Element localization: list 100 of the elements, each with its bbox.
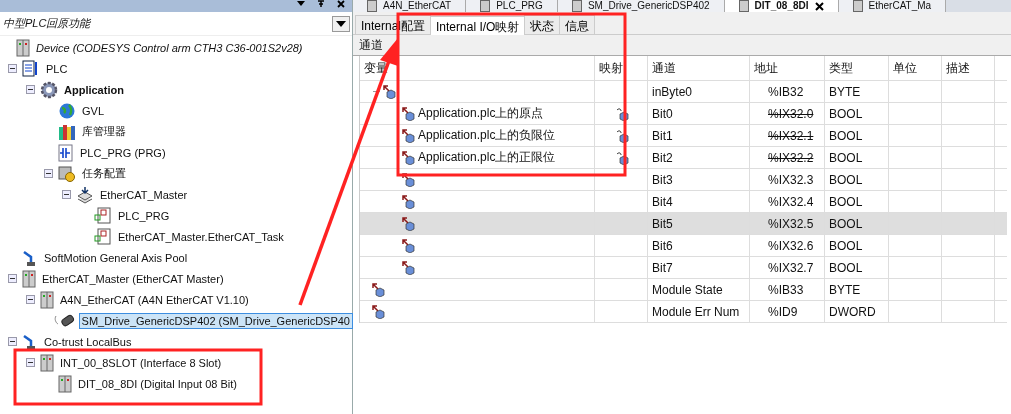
table-row[interactable]: Bit7 %IX32.7 BOOL xyxy=(360,257,1007,279)
data-type: BYTE xyxy=(829,84,861,99)
table-row[interactable]: Application.plc上的原点 Bit0 %IX32.0 BOOL xyxy=(360,103,1007,125)
collapse-icon[interactable] xyxy=(8,337,17,346)
editor-tab[interactable]: DIT_08_8DI xyxy=(724,0,839,12)
channel-name: inByte0 xyxy=(652,84,693,99)
column-header[interactable]: 通道 xyxy=(648,56,750,80)
data-type: DWORD xyxy=(829,304,876,319)
column-header[interactable]: 描述 xyxy=(942,56,995,80)
tree-item[interactable]: GVL xyxy=(80,103,106,118)
data-type: BOOL xyxy=(829,128,863,143)
variable-name: Application.plc上的负限位 xyxy=(418,127,556,144)
collapse-icon[interactable] xyxy=(8,64,17,73)
data-type: BOOL xyxy=(829,106,863,121)
table-row[interactable]: Application.plc上的正限位 Bit2 %IX32.2 BOOL xyxy=(360,147,1007,169)
document-icon xyxy=(22,59,40,78)
channel-name: Bit3 xyxy=(652,172,673,187)
column-header[interactable]: 单位 xyxy=(889,56,942,80)
close-icon[interactable] xyxy=(336,0,346,8)
editor-tab[interactable]: SM_Drive_GenericDSP402 xyxy=(557,0,725,12)
close-icon[interactable] xyxy=(814,1,824,11)
section-header: 通道 xyxy=(353,35,1011,56)
collapse-icon[interactable] xyxy=(26,85,35,94)
variable-icon xyxy=(402,216,416,231)
channel-name: Bit0 xyxy=(652,106,673,121)
address: %IB32 xyxy=(768,84,804,99)
address: %ID9 xyxy=(768,304,798,319)
address: %IX32.5 xyxy=(768,216,814,231)
editor-tab[interactable]: PLC_PRG xyxy=(466,0,558,12)
axis-icon xyxy=(22,248,38,267)
column-header[interactable]: 类型 xyxy=(825,56,889,80)
address: %IX32.0 xyxy=(768,106,814,121)
program-icon xyxy=(94,206,112,225)
task-config-icon xyxy=(58,164,76,183)
editor-tab[interactable]: EtherCAT_Ma xyxy=(838,0,947,12)
tree-item[interactable]: 库管理器 xyxy=(80,123,128,140)
variable-icon xyxy=(402,260,416,275)
tree-item[interactable]: SM_Drive_GenericDSP402 (SM_Drive_GenericDSP40 xyxy=(79,313,352,328)
channel-name: Bit1 xyxy=(652,128,673,143)
variable-name: Application.plc上的原点 xyxy=(418,105,544,122)
dropdown-button[interactable] xyxy=(332,15,350,32)
address: %IB33 xyxy=(768,282,804,297)
caret-icon xyxy=(336,20,346,27)
data-type: BOOL xyxy=(829,150,863,165)
collapse-icon[interactable] xyxy=(8,274,17,283)
tree-item[interactable]: EtherCAT_Master (EtherCAT Master) xyxy=(40,271,226,286)
editor-tab[interactable]: A4N_EtherCAT xyxy=(353,0,467,12)
table-row[interactable]: Module Err Num %ID9 DWORD xyxy=(360,301,1007,323)
table-row[interactable]: Application.plc上的负限位 Bit1 %IX32.1 BOOL xyxy=(360,125,1007,147)
tree-item[interactable]: Device (CODESYS Control arm CTH3 C36-001S2v28) xyxy=(34,40,305,55)
column-header[interactable]: 地址 xyxy=(750,56,825,80)
table-row[interactable]: Bit5 %IX32.5 BOOL xyxy=(360,213,1007,235)
program-icon xyxy=(58,143,74,162)
channel-name: Bit7 xyxy=(652,260,673,275)
tree-item[interactable]: EtherCAT_Master xyxy=(98,187,190,202)
collapse-icon[interactable] xyxy=(26,358,35,367)
pin-icon[interactable] xyxy=(316,0,326,8)
tree-item[interactable]: PLC_PRG (PRG) xyxy=(78,145,168,160)
tab[interactable]: Internal I/O映射 xyxy=(430,16,526,35)
tree-item[interactable]: PLC_PRG xyxy=(116,208,172,223)
address: %IX32.2 xyxy=(768,150,814,165)
table-row[interactable]: inByte0 %IB32 BYTE xyxy=(360,81,1007,103)
tree-item[interactable]: Co-trust LocalBus xyxy=(42,334,134,349)
address: %IX32.6 xyxy=(768,238,814,253)
address: %IX32.4 xyxy=(768,194,814,209)
project-name: 中型PLC回原功能 xyxy=(3,16,91,31)
table-row[interactable]: Module State %IB33 BYTE xyxy=(360,279,1007,301)
channel-name: Bit5 xyxy=(652,216,673,231)
channel-name: Bit4 xyxy=(652,194,673,209)
data-type: BOOL xyxy=(829,260,863,275)
tree-item[interactable]: INT_00_8SLOT (Interface 8 Slot) xyxy=(58,355,224,370)
column-header[interactable]: 映射 xyxy=(595,56,648,80)
collapse-icon[interactable] xyxy=(44,169,53,178)
books-icon xyxy=(58,122,76,141)
tree-item[interactable]: A4N_EtherCAT (A4N EtherCAT V1.10) xyxy=(58,292,251,307)
tree-item[interactable]: Application xyxy=(62,82,126,97)
table-row[interactable]: Bit6 %IX32.6 BOOL xyxy=(360,235,1007,257)
tree-item[interactable]: EtherCAT_Master.EtherCAT_Task xyxy=(116,229,286,244)
table-row[interactable]: Bit3 %IX32.3 BOOL xyxy=(360,169,1007,191)
tree-item[interactable]: SoftMotion General Axis Pool xyxy=(42,250,190,265)
variable-icon xyxy=(402,150,416,165)
channel-name: Module State xyxy=(652,282,723,297)
device-icon xyxy=(40,290,54,309)
dropdown-icon[interactable] xyxy=(296,0,306,8)
collapse-icon[interactable] xyxy=(26,295,35,304)
variable-icon xyxy=(383,84,397,99)
variable-icon xyxy=(402,238,416,253)
collapse-icon[interactable] xyxy=(62,190,71,199)
device-icon xyxy=(40,353,54,372)
variable-icon xyxy=(402,172,416,187)
address: %IX32.1 xyxy=(768,128,814,143)
tree-item[interactable]: 任务配置 xyxy=(80,165,128,182)
device-icon xyxy=(58,374,72,393)
gear-icon xyxy=(40,80,58,99)
data-type: BOOL xyxy=(829,194,863,209)
tree-item[interactable]: DIT_08_8DI (Digital Input 08 Bit) xyxy=(76,376,239,391)
variable-icon xyxy=(402,106,416,121)
tree-item[interactable]: PLC xyxy=(44,61,70,76)
channel-name: Bit6 xyxy=(652,238,673,253)
variable-icon xyxy=(402,194,416,209)
